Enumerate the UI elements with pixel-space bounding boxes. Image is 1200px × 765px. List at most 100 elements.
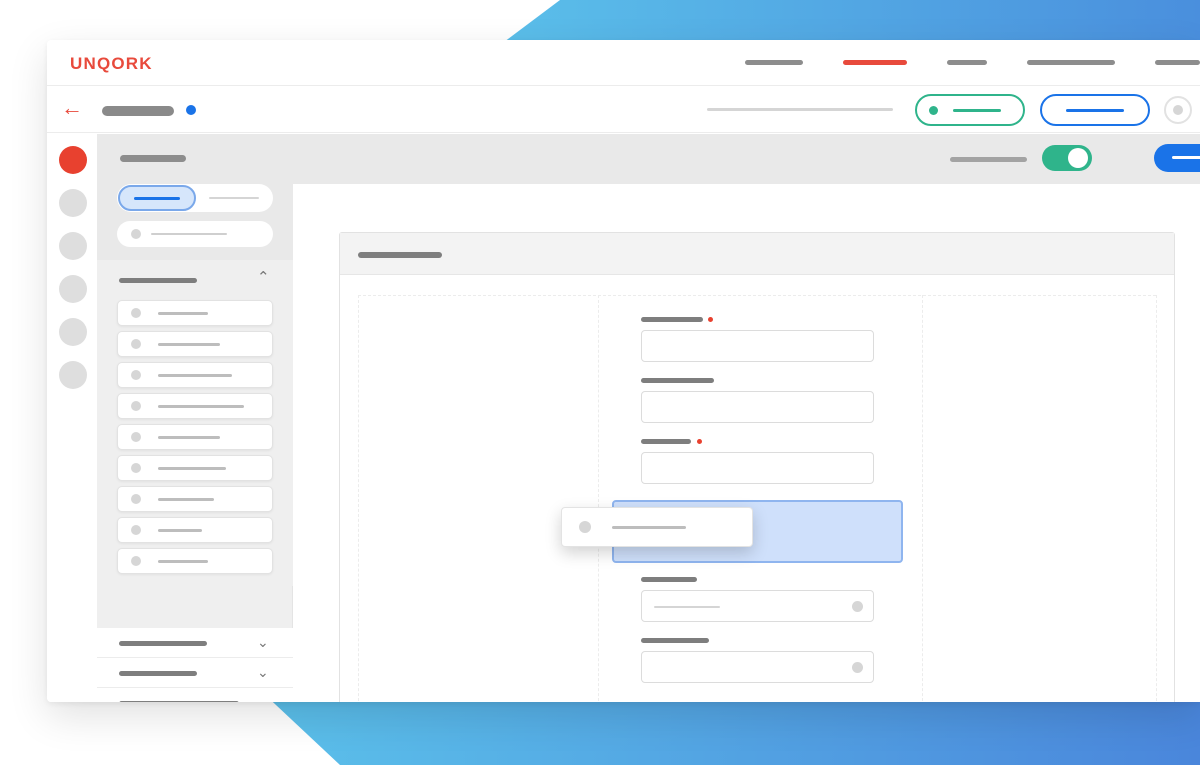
search-placeholder <box>151 233 227 235</box>
component-icon <box>131 401 141 411</box>
palette-group-collapsed[interactable]: ⌄ <box>97 658 293 688</box>
component-item[interactable] <box>117 517 273 543</box>
component-palette: ⌃ ⌄ ⌄ ⌄ <box>97 184 293 702</box>
palette-tab-switcher <box>117 184 273 212</box>
actions-dropdown-button[interactable]: ⌄ <box>1154 144 1200 172</box>
component-icon <box>131 494 141 504</box>
top-navigation: UNQORK <box>47 40 1200 86</box>
chevron-down-icon: ⌄ <box>257 634 269 650</box>
field-label <box>641 439 691 444</box>
back-arrow-icon[interactable]: ← <box>61 97 83 119</box>
preview-button-label <box>953 109 1001 112</box>
palette-search-input[interactable] <box>117 221 273 247</box>
palette-group-title <box>119 641 207 646</box>
rail-item-5[interactable] <box>59 318 87 346</box>
nav-item-2-active[interactable] <box>843 60 907 65</box>
builder-header-title <box>120 155 186 162</box>
component-label <box>158 436 220 439</box>
palette-tab-inactive[interactable] <box>209 197 259 199</box>
form-panel-title <box>358 252 442 258</box>
layout-guide-row <box>358 295 1156 296</box>
builder-canvas <box>293 184 1200 702</box>
actions-dropdown-label <box>1172 156 1200 159</box>
dropdown-toggle-icon <box>852 601 863 612</box>
component-label <box>158 560 208 563</box>
component-item[interactable] <box>117 548 273 574</box>
mode-toggle[interactable] <box>1042 145 1092 171</box>
rail-item-4[interactable] <box>59 275 87 303</box>
component-icon <box>579 521 591 533</box>
icon-rail <box>47 134 97 702</box>
rail-item-1-active[interactable] <box>59 146 87 174</box>
component-item[interactable] <box>117 424 273 450</box>
dropdown-toggle-icon <box>852 662 863 673</box>
component-item[interactable] <box>117 300 273 326</box>
settings-circle-icon <box>1173 105 1183 115</box>
rail-item-3[interactable] <box>59 232 87 260</box>
chevron-down-icon: ⌄ <box>257 664 269 680</box>
component-icon <box>131 432 141 442</box>
component-item[interactable] <box>117 362 273 388</box>
component-item[interactable] <box>117 486 273 512</box>
nav-item-1[interactable] <box>745 60 803 65</box>
builder-header-band: ⌄ <box>97 134 1200 184</box>
palette-group-title <box>119 701 239 702</box>
field-label <box>641 577 697 582</box>
form-panel-header <box>340 233 1174 275</box>
chevron-up-icon[interactable]: ⌃ <box>257 268 270 288</box>
module-title <box>102 106 174 116</box>
required-indicator <box>708 317 713 322</box>
preview-button[interactable] <box>915 94 1025 126</box>
component-label <box>158 405 244 408</box>
nav-item-4[interactable] <box>1027 60 1115 65</box>
layout-guide-column <box>358 295 359 702</box>
rail-item-2[interactable] <box>59 189 87 217</box>
settings-circle-button[interactable] <box>1164 96 1192 124</box>
component-icon <box>131 339 141 349</box>
component-icon <box>131 308 141 318</box>
component-item[interactable] <box>117 455 273 481</box>
dragged-component[interactable] <box>561 507 753 547</box>
component-item[interactable] <box>117 331 273 357</box>
layout-guide-column <box>598 295 599 702</box>
layout-guide-column <box>922 295 923 702</box>
search-icon <box>131 229 141 239</box>
component-label <box>158 467 226 470</box>
layout-guide-column <box>1156 295 1157 702</box>
unqork-logo: UNQORK <box>70 54 153 73</box>
component-item[interactable] <box>117 393 273 419</box>
palette-group-collapsed[interactable]: ⌄ <box>97 688 293 702</box>
nav-item-5[interactable] <box>1155 60 1200 65</box>
unsaved-indicator-dot <box>186 105 196 115</box>
dropdown-placeholder <box>654 606 720 608</box>
text-field[interactable] <box>641 452 874 484</box>
save-button[interactable] <box>1040 94 1150 126</box>
field-label <box>641 317 703 322</box>
status-dot-icon <box>929 106 938 115</box>
text-field[interactable] <box>641 330 874 362</box>
palette-tab-active-label <box>134 197 180 200</box>
component-label <box>158 529 202 532</box>
dropdown-field[interactable] <box>641 651 874 683</box>
field-label <box>641 638 709 643</box>
component-label <box>158 343 220 346</box>
dropdown-field[interactable] <box>641 590 874 622</box>
save-button-label <box>1066 109 1124 112</box>
palette-group-title <box>119 671 197 676</box>
toolbar-status-line <box>707 108 893 111</box>
palette-tab-active[interactable] <box>118 185 196 211</box>
text-field[interactable] <box>641 391 874 423</box>
component-icon <box>131 525 141 535</box>
rail-item-6[interactable] <box>59 361 87 389</box>
component-icon <box>131 370 141 380</box>
toggle-knob <box>1068 148 1088 168</box>
nav-item-3[interactable] <box>947 60 987 65</box>
component-label <box>158 312 208 315</box>
component-icon <box>131 556 141 566</box>
palette-group-collapsed[interactable]: ⌄ <box>97 628 293 658</box>
component-icon <box>131 463 141 473</box>
toggle-label <box>950 157 1027 162</box>
app-window: UNQORK ← ⌃ ⌄ ⌄ ⌄ <box>47 40 1200 702</box>
component-label <box>158 374 232 377</box>
field-label <box>641 378 714 383</box>
